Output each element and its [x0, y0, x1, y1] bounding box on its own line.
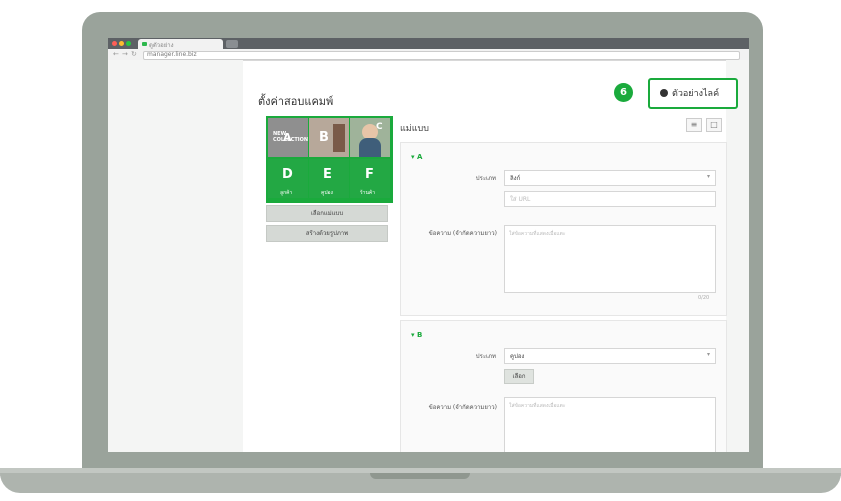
tab-bar: ดูตัวอย่าง: [108, 38, 749, 49]
reload-icon[interactable]: ↻: [131, 50, 137, 58]
text-area-placeholder: ใส่ข้อความที่แสดงเมื่อแตะ: [509, 403, 566, 409]
section-label: แม่แบบ: [400, 124, 429, 134]
laptop-notch: [370, 473, 470, 479]
arrow-left-icon[interactable]: ←: [113, 50, 119, 58]
thumbnail-caption: ร้านค้า: [360, 190, 376, 196]
action-card-a: ▾ A ประเภท ลิงก์ ▾ ใส่ URL ข้อความ (จำกั…: [400, 142, 727, 316]
chevron-down-icon: ▾: [706, 173, 710, 180]
thumbnail-letter: E: [323, 167, 332, 182]
person-body-image: [359, 138, 381, 157]
chevron-down-icon: ▾: [706, 351, 710, 358]
thumbnail-letter: C: [376, 122, 383, 132]
browser-tab[interactable]: ดูตัวอย่าง: [138, 39, 223, 49]
preview-button[interactable]: ตัวอย่างไลค์: [648, 78, 738, 109]
thumbnail-letter: D: [282, 167, 293, 182]
close-window-icon[interactable]: [112, 41, 117, 46]
eye-icon: [660, 89, 668, 97]
maximize-window-icon[interactable]: [126, 41, 131, 46]
grid-icon[interactable]: □: [706, 118, 722, 132]
right-margin: [726, 60, 749, 452]
url-bar[interactable]: manager.line.biz: [143, 51, 740, 60]
favicon-icon: [142, 42, 147, 46]
thumbnail-letter: B: [319, 130, 329, 145]
card-header[interactable]: ▾ B: [411, 331, 422, 339]
type-select[interactable]: คูปอง ▾: [504, 348, 716, 364]
thumbnail-caption: คูปอง: [321, 190, 333, 196]
type-label: ประเภท: [475, 353, 496, 360]
url-text: manager.line.biz: [147, 51, 197, 58]
type-select[interactable]: ลิงก์ ▾: [504, 170, 716, 186]
page-title: ตั้งค่าสอบแคมพ์: [258, 95, 334, 108]
text-area[interactable]: ใส่ข้อความที่แสดงเมื่อแตะ: [504, 225, 716, 293]
thumbnail-a[interactable]: NEW COLLECTION A: [268, 118, 308, 157]
left-sidebar: [108, 60, 243, 452]
card-header[interactable]: ▾ A: [411, 153, 422, 161]
laptop-screen: ดูตัวอย่าง ← → ↻ manager.line.biz ตั้งค่…: [108, 38, 749, 452]
url-input[interactable]: ใส่ URL: [504, 191, 716, 207]
text-label: ข้อความ (จำกัดความยาว): [428, 404, 497, 411]
text-area-placeholder: ใส่ข้อความที่แสดงเมื่อแตะ: [509, 231, 566, 237]
arrow-right-icon[interactable]: →: [122, 50, 128, 58]
address-row: ← → ↻ manager.line.biz: [108, 49, 749, 60]
thumbnail-b[interactable]: B: [309, 118, 349, 157]
list-icon[interactable]: ≡: [686, 118, 702, 132]
text-label: ข้อความ (จำกัดความยาว): [428, 230, 497, 237]
create-from-image-button[interactable]: สร้างด้วยรูปภาพ: [266, 225, 388, 242]
thumbnail-letter: F: [365, 167, 374, 182]
thumbnail-c[interactable]: C: [350, 118, 390, 157]
shelf-image: [333, 124, 345, 152]
text-area[interactable]: ใส่ข้อความที่แสดงเมื่อแตะ: [504, 397, 716, 452]
thumbnail-letter: A: [283, 131, 292, 144]
type-select-value: คูปอง: [510, 353, 525, 360]
select-template-button[interactable]: เลือกแม่แบบ: [266, 205, 388, 222]
thumbnail-caption: ลูกค้า: [280, 190, 293, 196]
type-select-value: ลิงก์: [510, 175, 521, 182]
thumbnail-d[interactable]: D ลูกค้า: [268, 159, 308, 198]
new-tab-button[interactable]: [226, 40, 238, 48]
minimize-window-icon[interactable]: [119, 41, 124, 46]
type-label: ประเภท: [475, 175, 496, 182]
thumbnail-f[interactable]: F ร้านค้า: [350, 159, 390, 198]
url-input-placeholder: ใส่ URL: [510, 196, 531, 203]
action-card-b: ▾ B ประเภท คูปอง ▾ เลือก ข้อความ (จำกัดค…: [400, 320, 727, 452]
preview-button-label: ตัวอย่างไลค์: [672, 89, 720, 99]
thumbnail-e[interactable]: E คูปอง: [309, 159, 349, 198]
choose-coupon-button[interactable]: เลือก: [504, 369, 534, 384]
browser-chrome: ดูตัวอย่าง ← → ↻ manager.line.biz: [108, 38, 749, 61]
char-counter: 0/20: [698, 295, 710, 301]
step-badge: 6: [614, 83, 633, 102]
template-thumbnail-grid[interactable]: NEW COLLECTION A B C D ลูกค้า E คูปอง F …: [266, 116, 393, 203]
